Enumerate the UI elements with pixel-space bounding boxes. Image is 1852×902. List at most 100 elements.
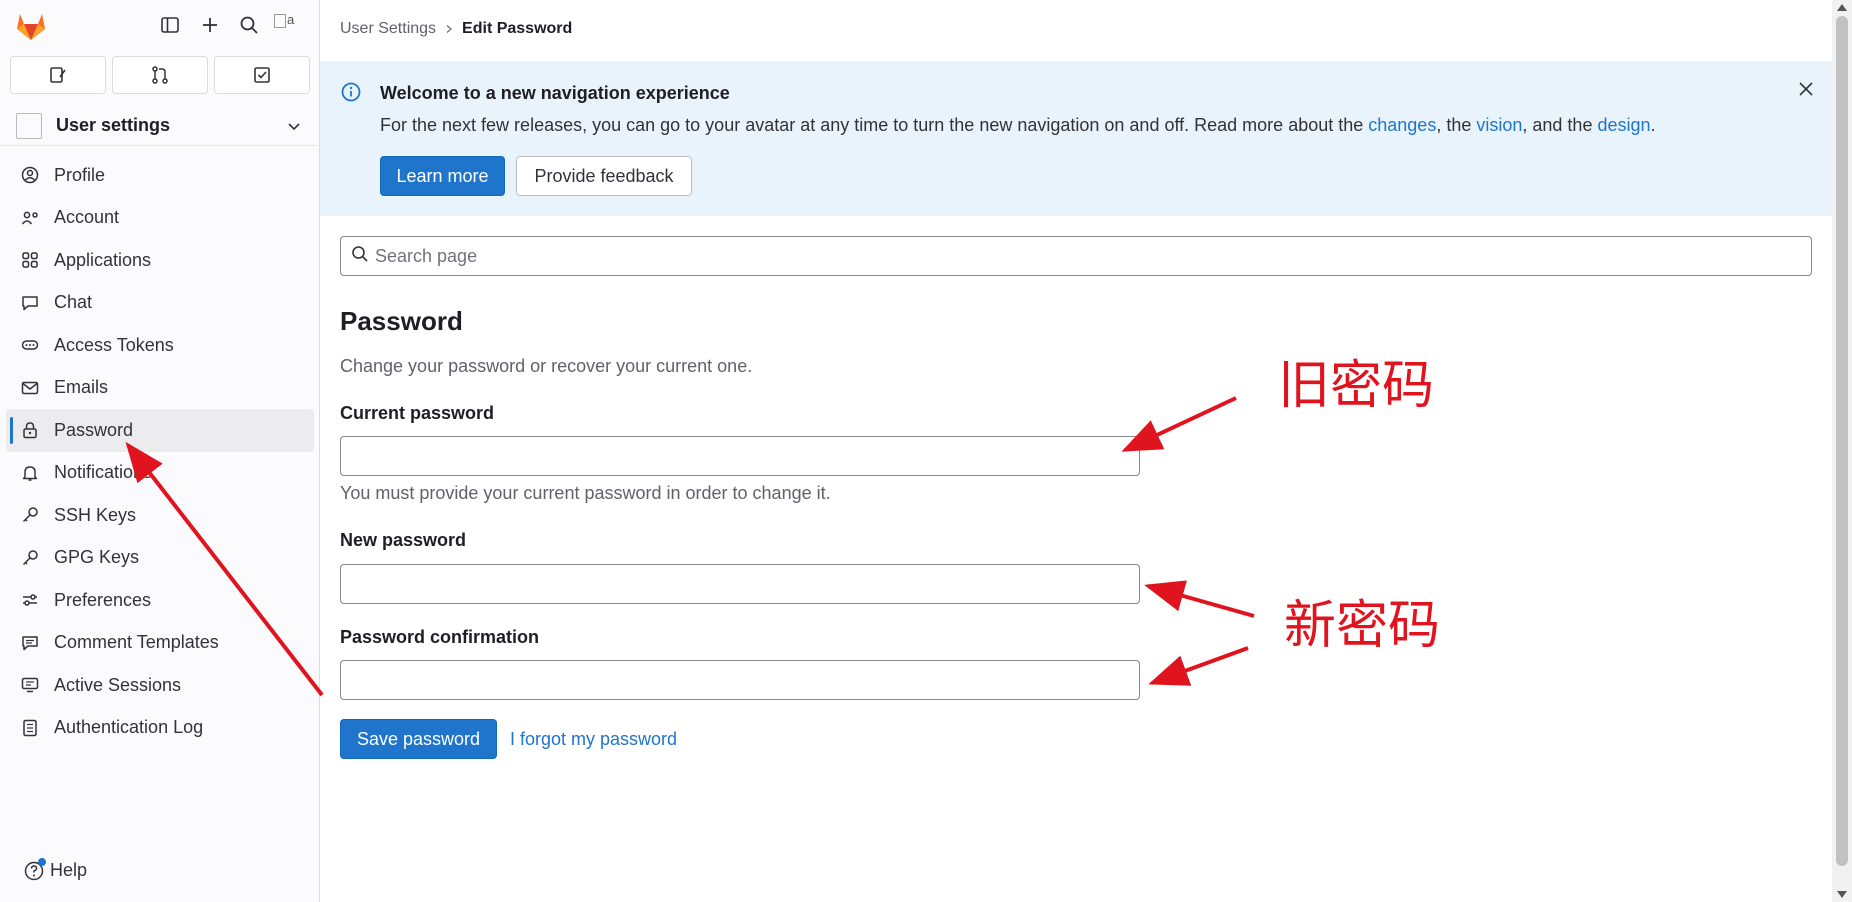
breadcrumb-current: Edit Password (462, 20, 573, 37)
plus-icon[interactable] (198, 13, 222, 37)
scroll-up-icon[interactable] (1837, 4, 1847, 11)
vision-link[interactable]: vision (1476, 115, 1522, 135)
sidebar-item-password[interactable]: Password (6, 409, 314, 452)
forgot-password-link[interactable]: I forgot my password (510, 729, 677, 750)
scrollbar-thumb[interactable] (1836, 16, 1848, 866)
help-label: Help (50, 860, 88, 880)
design-link[interactable]: design (1597, 115, 1650, 135)
sidebar-item-ssh-keys[interactable]: SSH Keys (0, 494, 320, 537)
scrollbar[interactable] (1832, 0, 1852, 902)
context-title: User settings (56, 115, 171, 135)
sidebar-item-notifications[interactable]: Notifications (0, 452, 320, 495)
merge-requests-button[interactable] (112, 56, 208, 94)
sidebar-item-account[interactable]: Account (0, 197, 320, 240)
save-password-button[interactable]: Save password (340, 719, 497, 759)
main-content: User Settings Edit Password Welcome to a… (320, 0, 1832, 902)
current-password-hint: You must provide your current password i… (340, 483, 831, 503)
sidebar-item-label: Emails (54, 377, 109, 398)
changes-link[interactable]: changes (1368, 115, 1436, 135)
chevron-down-icon (286, 118, 302, 139)
comment-icon (20, 633, 40, 653)
breadcrumb: User Settings Edit Password (340, 20, 572, 38)
lock-icon (20, 420, 40, 440)
sidebar-item-authentication-log[interactable]: Authentication Log (0, 707, 320, 750)
sidebar-item-emails[interactable]: Emails (0, 367, 320, 410)
password-confirmation-input[interactable] (341, 661, 1139, 699)
sidebar-topbar: a (0, 0, 320, 50)
sidebar-toggle-icon[interactable] (158, 13, 182, 37)
breadcrumb-parent[interactable]: User Settings (340, 20, 436, 38)
sidebar-item-chat[interactable]: Chat (0, 282, 320, 325)
search-input[interactable] (375, 245, 1775, 267)
merge-request-icon (152, 66, 168, 84)
preferences-icon (20, 590, 40, 610)
current-password-label: Current password (340, 403, 495, 423)
context-switcher[interactable]: User settings (0, 106, 320, 146)
sidebar-item-label: Chat (54, 292, 93, 313)
todos-button[interactable] (214, 56, 310, 94)
search-icon[interactable] (237, 13, 261, 37)
sidebar-item-label: SSH Keys (54, 504, 137, 525)
help-button[interactable]: Help (24, 857, 88, 881)
current-password-input[interactable] (341, 437, 1139, 475)
navigation-banner: Welcome to a new navigation experience F… (320, 61, 1832, 216)
app-window: a User settings Profile Account Applicat… (0, 0, 1852, 902)
issues-button[interactable] (10, 56, 106, 94)
banner-title: Welcome to a new navigation experience (380, 83, 730, 103)
help-icon (24, 857, 46, 881)
sidebar-item-label: Authentication Log (54, 717, 204, 738)
sidebar-item-applications[interactable]: Applications (0, 239, 320, 282)
sidebar-item-label: GPG Keys (54, 547, 140, 568)
chevron-right-icon (444, 22, 454, 37)
new-password-label: New password (340, 530, 467, 550)
scroll-down-icon[interactable] (1837, 891, 1847, 898)
search-field[interactable] (340, 236, 1812, 276)
monitor-icon (20, 675, 40, 695)
new-password-input[interactable] (341, 565, 1139, 603)
banner-text: For the next few releases, you can go to… (380, 115, 1656, 135)
learn-more-button[interactable]: Learn more (380, 156, 505, 196)
page-title: Password (340, 306, 463, 336)
chat-icon (20, 293, 40, 313)
profile-icon (20, 165, 40, 185)
log-icon (20, 718, 40, 738)
info-icon (340, 81, 362, 108)
sidebar-item-gpg-keys[interactable]: GPG Keys (0, 537, 320, 580)
new-password-field[interactable] (340, 564, 1140, 604)
password-confirmation-field[interactable] (340, 660, 1140, 700)
sidebar-item-preferences[interactable]: Preferences (0, 579, 320, 622)
sidebar-item-label: Active Sessions (54, 674, 182, 695)
context-avatar (16, 112, 42, 139)
key-icon (20, 505, 40, 525)
mail-icon (20, 378, 40, 398)
close-icon[interactable] (1798, 81, 1814, 102)
search-icon (351, 245, 369, 268)
sidebar-item-label: Account (54, 207, 120, 228)
settings-nav: Profile Account Applications Chat Access… (0, 154, 320, 749)
user-avatar[interactable]: a (274, 12, 304, 38)
quick-actions (10, 56, 310, 94)
bell-icon (20, 463, 40, 483)
issues-icon (50, 67, 66, 83)
notification-dot (38, 857, 46, 866)
sidebar-item-profile[interactable]: Profile (0, 154, 320, 197)
page-description: Change your password or recover your cur… (340, 356, 753, 376)
sidebar-item-label: Applications (54, 249, 152, 270)
provide-feedback-button[interactable]: Provide feedback (516, 156, 692, 196)
todo-icon (254, 67, 270, 83)
sidebar-item-access-tokens[interactable]: Access Tokens (0, 324, 320, 367)
current-password-field[interactable] (340, 436, 1140, 476)
sidebar-item-comment-templates[interactable]: Comment Templates (0, 622, 320, 665)
password-confirmation-label: Password confirmation (340, 627, 540, 647)
key-icon (20, 548, 40, 568)
sidebar-item-label: Access Tokens (54, 334, 174, 355)
gitlab-logo-icon[interactable] (14, 10, 48, 42)
token-icon (20, 335, 40, 355)
sidebar-item-label: Profile (54, 164, 106, 185)
sidebar-item-label: Password (54, 419, 134, 440)
sidebar-item-label: Notifications (54, 462, 153, 483)
account-icon (20, 208, 40, 228)
sidebar-item-label: Preferences (54, 589, 152, 610)
broken-image-icon (274, 13, 286, 28)
sidebar-item-active-sessions[interactable]: Active Sessions (0, 664, 320, 707)
